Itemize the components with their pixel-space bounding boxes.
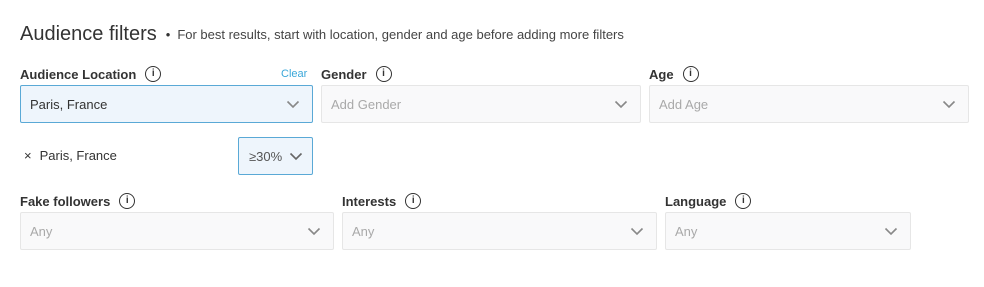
fake-followers-select[interactable]: Any	[20, 212, 334, 250]
chevron-down-icon	[289, 152, 303, 161]
language-select[interactable]: Any	[665, 212, 911, 250]
info-icon[interactable]: i	[145, 66, 162, 82]
section-header: Audience filters • For best results, sta…	[20, 20, 624, 48]
section-title: Audience filters	[20, 22, 157, 45]
chevron-down-icon	[307, 227, 321, 236]
fake-followers-label-text: Fake followers	[20, 193, 111, 209]
info-icon[interactable]: i	[375, 66, 392, 82]
language-label-text: Language	[665, 193, 727, 209]
age-label: Age i	[649, 65, 699, 83]
chevron-down-icon	[884, 227, 898, 236]
audience-location-select[interactable]: Paris, France	[20, 85, 313, 123]
info-icon[interactable]: i	[682, 66, 699, 82]
info-icon[interactable]: i	[119, 193, 136, 209]
gender-label-text: Gender	[321, 66, 367, 82]
location-weight-select[interactable]: ≥30%	[238, 137, 313, 175]
age-placeholder: Add Age	[659, 96, 709, 112]
gender-label: Gender i	[321, 65, 392, 83]
age-select[interactable]: Add Age	[649, 85, 969, 123]
audience-location-value: Paris, France	[30, 96, 108, 112]
gender-placeholder: Add Gender	[331, 96, 402, 112]
fake-followers-label: Fake followers i	[20, 192, 136, 210]
location-weight-value: ≥30%	[249, 148, 283, 164]
chevron-down-icon	[286, 100, 300, 109]
interests-label-text: Interests	[342, 193, 397, 209]
chevron-down-icon	[614, 100, 628, 109]
interests-select[interactable]: Any	[342, 212, 657, 250]
chevron-down-icon	[942, 100, 956, 109]
language-placeholder: Any	[675, 223, 698, 239]
interests-placeholder: Any	[352, 223, 375, 239]
info-icon[interactable]: i	[405, 193, 422, 209]
audience-location-label: Audience Location i	[20, 65, 162, 83]
fake-followers-placeholder: Any	[30, 223, 53, 239]
interests-label: Interests i	[342, 192, 422, 210]
audience-location-label-text: Audience Location	[20, 66, 137, 82]
section-subtitle: For best results, start with location, g…	[177, 26, 624, 42]
gender-select[interactable]: Add Gender	[321, 85, 641, 123]
location-chip-label: Paris, France	[39, 148, 117, 163]
age-label-text: Age	[649, 66, 674, 82]
clear-location-link[interactable]: Clear	[281, 68, 307, 80]
chevron-down-icon	[630, 227, 644, 236]
location-chip: × Paris, France	[24, 148, 117, 163]
close-icon[interactable]: ×	[24, 148, 32, 163]
info-icon[interactable]: i	[735, 193, 752, 209]
title-separator: •	[165, 26, 171, 42]
language-label: Language i	[665, 192, 752, 210]
